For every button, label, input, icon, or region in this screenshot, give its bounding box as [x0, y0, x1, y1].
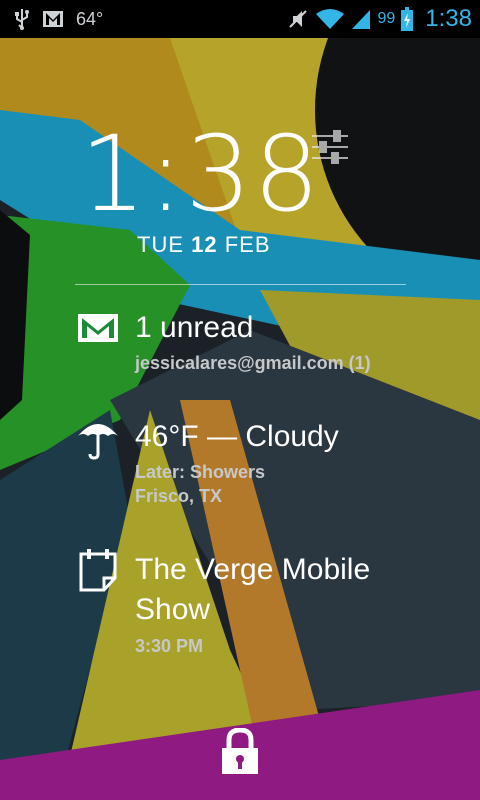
lockscreen-clock: 1:38 — [80, 113, 322, 235]
weather-summary[interactable]: 46°F — Cloudy — [135, 418, 339, 456]
status-clock: 1:38 — [425, 5, 472, 32]
muted-icon — [289, 10, 308, 28]
gmail-status-icon — [43, 11, 63, 27]
signal-icon — [352, 10, 371, 29]
date-num: 12 — [191, 232, 218, 257]
event-title-line2[interactable]: Show — [135, 591, 210, 629]
lock-icon[interactable] — [220, 728, 260, 776]
umbrella-icon — [78, 424, 118, 460]
lockscreen-date: TUE 12 FEB — [137, 232, 271, 258]
status-bar: 64° 99 1:38 — [0, 0, 480, 38]
divider — [75, 284, 406, 285]
event-time: 3:30 PM — [135, 636, 204, 656]
date-month: FEB — [224, 232, 271, 257]
battery-charging-icon — [401, 7, 414, 31]
wifi-icon — [316, 9, 345, 29]
gmail-unread[interactable]: 1 unread — [135, 309, 253, 347]
calendar-icon — [79, 549, 117, 592]
gmail-account: jessicalares@gmail.com (1) — [135, 353, 371, 373]
battery-percent: 99 — [377, 10, 396, 27]
event-title-line1[interactable]: The Verge Mobile — [135, 551, 370, 589]
weather-location: Frisco, TX — [135, 486, 223, 506]
usb-icon — [15, 9, 29, 30]
status-temperature: 64° — [76, 8, 104, 29]
gmail-icon — [78, 314, 118, 342]
date-day: TUE — [137, 232, 184, 257]
settings-sliders-icon[interactable] — [310, 128, 350, 166]
weather-later: Later: Showers — [135, 462, 266, 482]
